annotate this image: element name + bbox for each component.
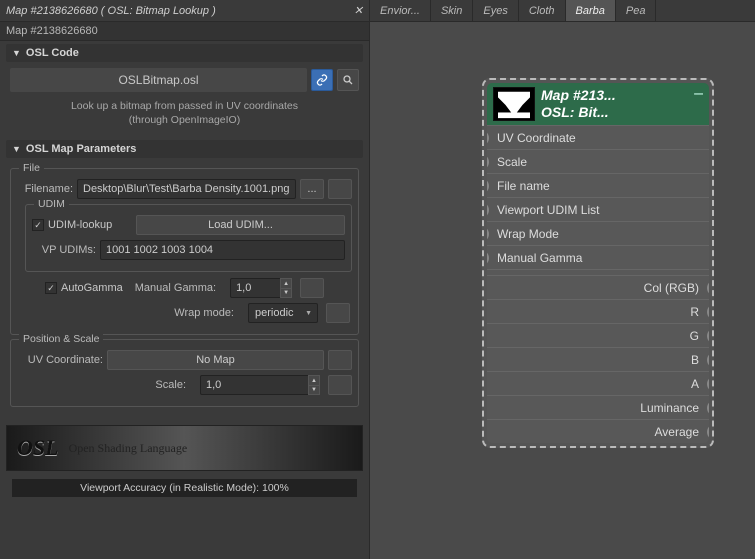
link-icon[interactable] <box>311 69 333 91</box>
port-label: A <box>487 377 709 391</box>
node-thumbnail <box>493 87 535 121</box>
tab-envior[interactable]: Envior... <box>370 0 431 21</box>
udim-lookup-checkbox[interactable]: ✓ UDIM-lookup <box>32 219 132 231</box>
tab-cloth[interactable]: Cloth <box>519 0 566 21</box>
tab-skin[interactable]: Skin <box>431 0 473 21</box>
node-outputs: Col (RGB) RGBA Luminance Average <box>487 275 709 443</box>
group-title: Position & Scale <box>19 333 103 345</box>
check-icon: ✓ <box>32 219 44 231</box>
port-label: Col (RGB) <box>487 281 709 295</box>
properties-panel: Map #2138626680 ( OSL: Bitmap Lookup ) ✕… <box>0 0 370 559</box>
uv-coord-aux-button[interactable] <box>328 350 352 370</box>
filename-label: Filename: <box>17 183 73 195</box>
port-label: Scale <box>487 155 709 169</box>
node-input-port[interactable]: File name <box>487 173 709 197</box>
osl-params-rollout: ▼ OSL Map Parameters File Filename: ... … <box>6 140 363 417</box>
filename-input[interactable] <box>77 179 296 199</box>
osl-code-rollout: ▼ OSL Code OSLBitmap.osl Look up a bitma… <box>6 44 363 137</box>
vp-udims-input[interactable] <box>100 240 345 260</box>
material-editor-canvas[interactable]: Envior...SkinEyesClothBarbaPea Map #213.… <box>370 0 755 559</box>
node-body: UV Coordinate Scale File name Viewport UDIM… <box>487 125 709 443</box>
port-label: Viewport UDIM List <box>487 203 709 217</box>
uv-coord-map-button[interactable]: No Map <box>107 350 324 370</box>
osl-file-button[interactable]: OSLBitmap.osl <box>10 68 307 92</box>
node-input-port[interactable]: UV Coordinate <box>487 125 709 149</box>
load-udim-button[interactable]: Load UDIM... <box>136 215 345 235</box>
port-label: R <box>487 305 709 319</box>
port-label: Wrap Mode <box>487 227 709 241</box>
osl-logo-subtext: Open Shading Language <box>69 441 188 456</box>
position-scale-group: Position & Scale UV Coordinate: No Map S… <box>10 339 359 407</box>
rollout-title: OSL Code <box>26 47 79 59</box>
osl-code-rollout-header[interactable]: ▼ OSL Code <box>6 44 363 62</box>
spin-down-icon[interactable]: ▼ <box>280 288 292 299</box>
collapse-icon[interactable]: – <box>694 85 703 103</box>
filename-aux-button[interactable] <box>328 179 352 199</box>
panel-header: Map #2138626680 ( OSL: Bitmap Lookup ) ✕ <box>0 0 369 22</box>
manual-gamma-label: Manual Gamma: <box>135 282 216 294</box>
chevron-down-icon: ▼ <box>12 48 21 58</box>
udim-group: UDIM ✓ UDIM-lookup Load UDIM... VP UDIMs… <box>25 204 352 272</box>
node-inputs: UV Coordinate Scale File name Viewport UDIM… <box>487 125 709 269</box>
tab-barba[interactable]: Barba <box>566 0 616 21</box>
node-input-port[interactable]: Viewport UDIM List <box>487 197 709 221</box>
autogamma-checkbox[interactable]: ✓ AutoGamma <box>45 282 123 294</box>
scale-label: Scale: <box>155 379 186 391</box>
map-name-field[interactable]: Map #2138626680 <box>0 22 369 41</box>
chevron-down-icon: ▼ <box>12 144 21 154</box>
port-label: UV Coordinate <box>487 131 709 145</box>
spin-up-icon[interactable]: ▲ <box>308 375 320 385</box>
port-label: G <box>487 329 709 343</box>
wrap-mode-label: Wrap mode: <box>174 307 234 319</box>
port-label: Average <box>487 425 709 439</box>
group-title: File <box>19 162 44 174</box>
spin-down-icon[interactable]: ▼ <box>308 385 320 396</box>
close-icon[interactable]: ✕ <box>354 4 363 17</box>
osl-description: Look up a bitmap from passed in UV coord… <box>10 98 359 131</box>
node-output-port[interactable]: Luminance <box>487 395 709 419</box>
osl-params-rollout-header[interactable]: ▼ OSL Map Parameters <box>6 140 363 158</box>
panel-title: Map #2138626680 ( OSL: Bitmap Lookup ) <box>6 5 216 17</box>
node-header[interactable]: Map #213... OSL: Bit... – <box>487 83 709 125</box>
check-icon: ✓ <box>45 282 57 294</box>
port-label: File name <box>487 179 709 193</box>
tab-eyes[interactable]: Eyes <box>473 0 518 21</box>
manual-gamma-spinner[interactable]: ▲▼ <box>230 278 292 298</box>
tab-bar: Envior...SkinEyesClothBarbaPea <box>370 0 755 22</box>
node-input-port[interactable]: Wrap Mode <box>487 221 709 245</box>
node-output-port[interactable]: B <box>487 347 709 371</box>
osl-logo-text: OSL <box>17 435 59 461</box>
uv-coord-label: UV Coordinate: <box>17 354 103 366</box>
port-label: Manual Gamma <box>487 251 709 265</box>
node-output-port[interactable]: Col (RGB) <box>487 275 709 299</box>
scale-spinner[interactable]: ▲▼ <box>200 375 320 395</box>
wrap-mode-select[interactable]: periodic <box>248 303 318 323</box>
node-title: Map #213... OSL: Bit... <box>541 87 703 121</box>
rollout-title: OSL Map Parameters <box>26 143 136 155</box>
node-input-port[interactable]: Scale <box>487 149 709 173</box>
material-node[interactable]: Map #213... OSL: Bit... – UV Coordinate S… <box>482 78 714 448</box>
node-output-port[interactable]: Average <box>487 419 709 443</box>
scale-input[interactable] <box>200 375 308 395</box>
group-title: UDIM <box>34 198 69 210</box>
viewport-accuracy: Viewport Accuracy (in Realistic Mode): 1… <box>12 479 357 497</box>
node-output-port[interactable]: R <box>487 299 709 323</box>
wrap-mode-aux-button[interactable] <box>326 303 350 323</box>
tab-pea[interactable]: Pea <box>616 0 657 21</box>
manual-gamma-aux-button[interactable] <box>300 278 324 298</box>
port-label: Luminance <box>487 401 709 415</box>
node-output-port[interactable]: A <box>487 371 709 395</box>
scale-aux-button[interactable] <box>328 375 352 395</box>
search-icon[interactable] <box>337 69 359 91</box>
manual-gamma-input[interactable] <box>230 278 280 298</box>
spin-up-icon[interactable]: ▲ <box>280 278 292 288</box>
browse-button[interactable]: ... <box>300 179 324 199</box>
node-input-port[interactable]: Manual Gamma <box>487 245 709 269</box>
file-group: File Filename: ... UDIM ✓ UDIM-lookup Lo… <box>10 168 359 335</box>
vp-udims-label: VP UDIMs: <box>32 244 96 256</box>
node-output-port[interactable]: G <box>487 323 709 347</box>
port-label: B <box>487 353 709 367</box>
osl-logo: OSL Open Shading Language <box>6 425 363 471</box>
